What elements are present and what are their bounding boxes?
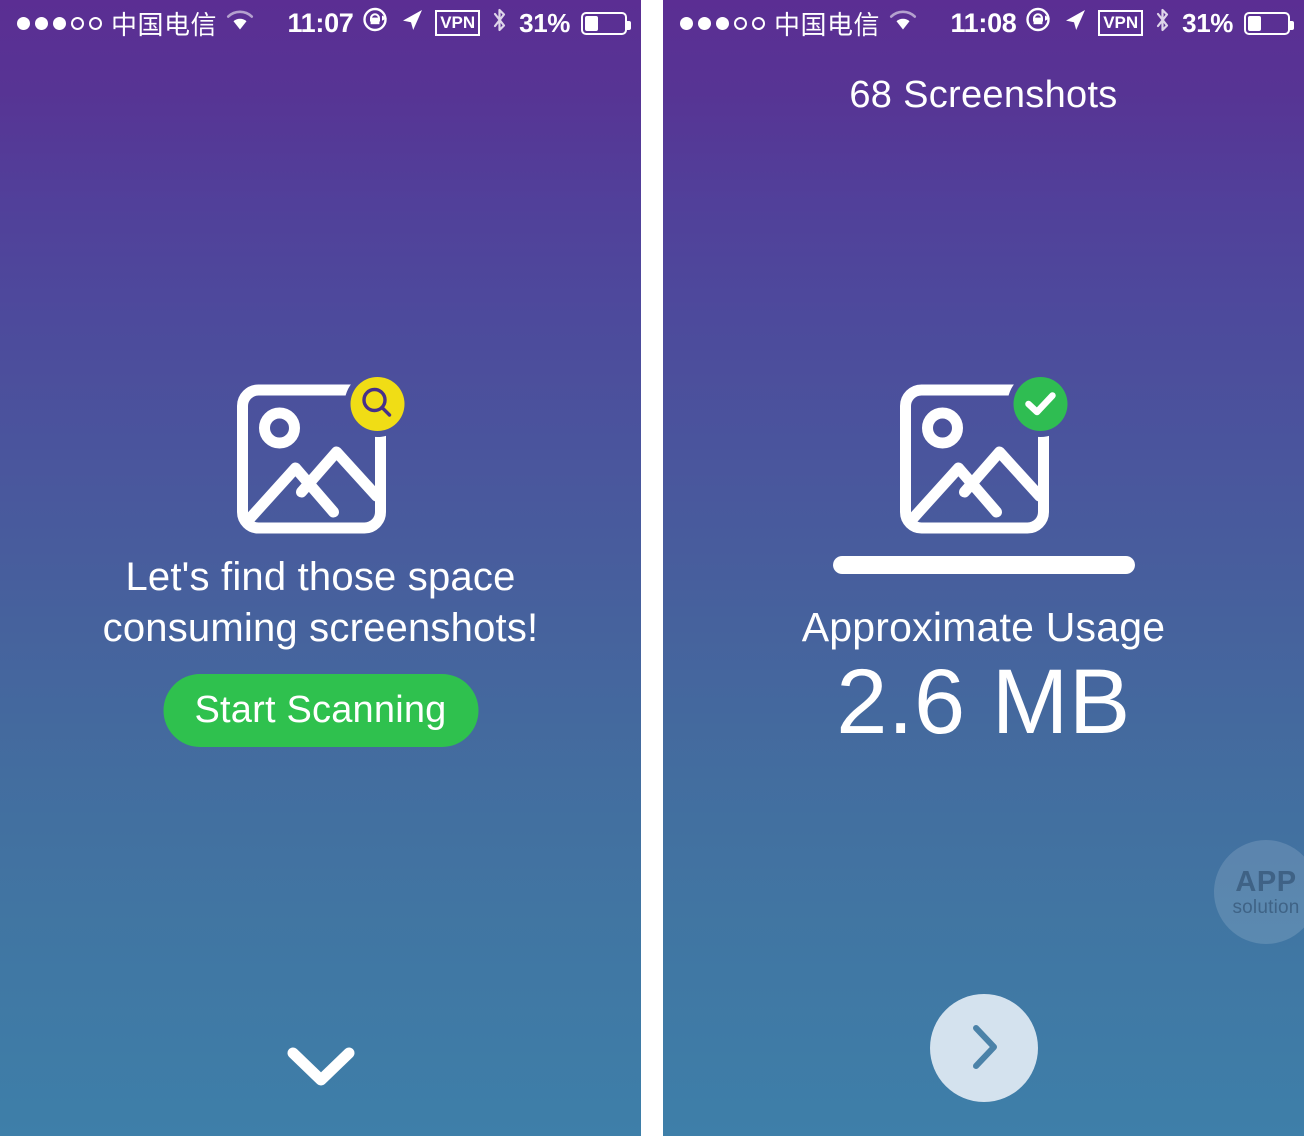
tagline: Let's find those space consuming screens… [0,552,641,654]
photo-placeholder-icon [896,370,1071,545]
battery-icon [1244,11,1294,35]
watermark-line-1: APP [1235,865,1297,898]
screenshot-pair: 中国电信 11:07 VPN 31% Let's find those spac… [0,0,1304,1136]
next-button[interactable] [929,994,1038,1102]
location-arrow-icon [400,7,424,40]
right-phone-screen: 中国电信 11:08 VPN 31% 68 Screenshots Approx… [663,0,1304,1136]
vpn-icon: VPN [1098,10,1144,36]
battery-percent-label: 31% [519,7,570,38]
panel-divider [641,0,663,1136]
bluetooth-icon [491,6,508,41]
rotation-lock-icon [362,6,389,40]
watermark-line-2: solution [1232,896,1300,918]
scroll-down-chevron-icon[interactable] [286,1043,356,1096]
battery-percent-label: 31% [1182,7,1233,38]
location-arrow-icon [1063,7,1087,40]
photo-placeholder-icon [233,370,408,545]
status-bar-right: VPN 31% [1025,0,1294,46]
status-bar: 中国电信 11:08 VPN 31% [663,0,1304,46]
tagline-line-2: consuming screenshots! [102,606,539,651]
chevron-right-icon [963,1021,1005,1076]
scan-progress-bar [832,556,1135,574]
status-bar-right: VPN 31% [362,0,631,46]
start-scanning-button[interactable]: Start Scanning [163,674,478,747]
vpn-icon: VPN [435,10,481,36]
appsolution-watermark: APP solution [1214,840,1304,944]
battery-icon [581,11,631,35]
page-title: 68 Screenshots [849,74,1118,116]
status-bar: 中国电信 11:07 VPN 31% [0,0,641,46]
usage-value: 2.6 MB [836,651,1131,753]
search-badge-icon [350,377,404,431]
tagline-line-1: Let's find those space [125,555,516,599]
bluetooth-icon [1154,6,1171,41]
photo-icon-svg [899,377,1067,534]
photo-icon-svg [236,377,404,534]
usage-label: Approximate Usage [801,604,1166,650]
rotation-lock-icon [1025,6,1052,40]
left-phone-screen: 中国电信 11:07 VPN 31% Let's find those spac… [0,0,641,1136]
